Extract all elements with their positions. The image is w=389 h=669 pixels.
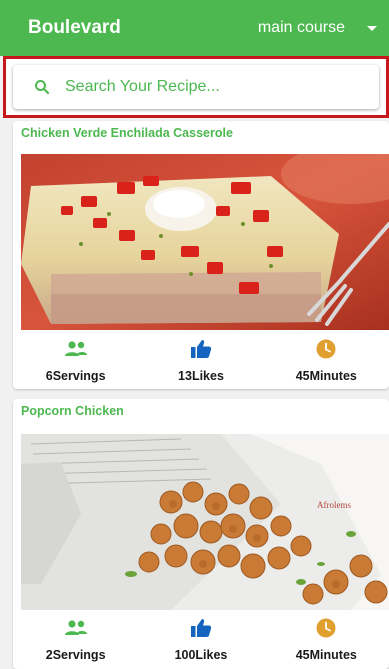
search-input[interactable] bbox=[65, 78, 379, 96]
recipe-card[interactable]: Chicken Verde Enchilada Casserole 6Servi… bbox=[13, 121, 389, 389]
recipe-image[interactable]: Afrolems bbox=[21, 434, 389, 610]
servings-stat: 6Servings bbox=[21, 339, 131, 385]
likes-count: 13Likes bbox=[178, 369, 224, 383]
likes-stat[interactable]: 100Likes bbox=[146, 618, 256, 664]
recipe-title[interactable]: Chicken Verde Enchilada Casserole bbox=[21, 126, 233, 140]
popcorn-chicken-photo: Afrolems bbox=[21, 434, 389, 610]
recipe-card[interactable]: Popcorn Chicken Afrolems 2Servings 100Li… bbox=[13, 399, 389, 669]
clock-icon bbox=[316, 339, 336, 359]
likes-stat[interactable]: 13Likes bbox=[146, 339, 256, 385]
caret-down-icon bbox=[367, 25, 377, 31]
category-dropdown[interactable]: main course bbox=[258, 19, 377, 37]
search-box[interactable] bbox=[13, 65, 379, 109]
time-value: 45Minutes bbox=[295, 648, 357, 662]
casserole-photo bbox=[21, 154, 389, 330]
app-bar: Boulevard main course bbox=[0, 0, 389, 56]
thumbs-up-icon[interactable] bbox=[190, 339, 212, 359]
time-stat: 45Minutes bbox=[271, 339, 381, 385]
recipe-title[interactable]: Popcorn Chicken bbox=[21, 404, 124, 418]
recipe-stats: 6Servings 13Likes 45Minutes bbox=[13, 339, 389, 385]
time-value: 45Minutes bbox=[295, 369, 357, 383]
likes-count: 100Likes bbox=[174, 648, 228, 662]
thumbs-up-icon[interactable] bbox=[190, 618, 212, 638]
search-icon bbox=[35, 80, 50, 95]
people-icon bbox=[64, 341, 87, 356]
people-icon bbox=[64, 620, 87, 635]
servings-count: 2Servings bbox=[45, 648, 106, 662]
clock-icon bbox=[316, 618, 336, 638]
category-selected-value: main course bbox=[257, 19, 345, 36]
app-title: Boulevard bbox=[28, 17, 121, 38]
image-watermark: Afrolems bbox=[317, 500, 351, 510]
time-stat: 45Minutes bbox=[271, 618, 381, 664]
servings-count: 6Servings bbox=[45, 369, 106, 383]
servings-stat: 2Servings bbox=[21, 618, 131, 664]
search-container bbox=[3, 56, 389, 118]
recipe-image[interactable] bbox=[21, 154, 389, 330]
recipe-stats: 2Servings 100Likes 45Minutes bbox=[13, 618, 389, 664]
